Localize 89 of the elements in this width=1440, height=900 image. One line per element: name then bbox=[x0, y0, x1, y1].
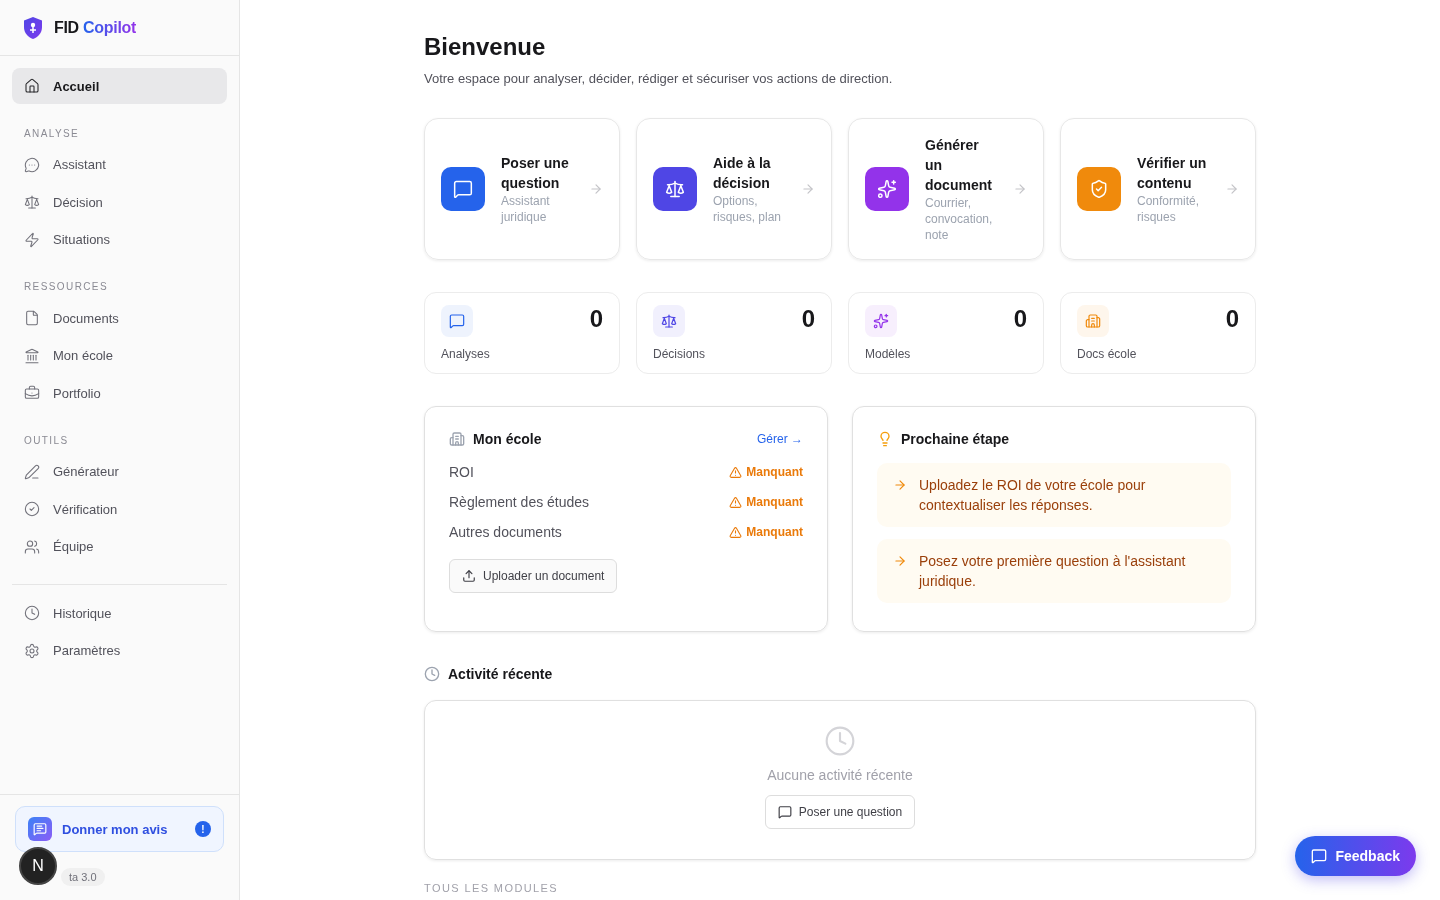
step-text: Uploadez le ROI de votre école pour contextualiser les réponses. bbox=[919, 476, 1147, 515]
action-card[interactable]: Poser une question Assistant juridique bbox=[424, 118, 620, 260]
version-label: ta 3.0 bbox=[61, 868, 105, 886]
stat-label: Analyses bbox=[441, 347, 491, 361]
action-title: Vérifier un contenu bbox=[1137, 154, 1208, 193]
nav-icon bbox=[24, 642, 40, 659]
action-title: Aide à la décision bbox=[713, 154, 772, 193]
warning-icon bbox=[729, 465, 743, 479]
upload-icon bbox=[462, 569, 476, 583]
nav-icon bbox=[24, 538, 40, 555]
action-subtitle: Assistant juridique bbox=[501, 193, 551, 225]
sidebar-item[interactable]: Décision bbox=[12, 184, 227, 220]
arrow-icon bbox=[893, 478, 907, 492]
panel-title: Prochaine étape bbox=[901, 431, 1010, 447]
sidebar-item[interactable]: Situations bbox=[12, 221, 227, 258]
action-subtitle: Conformité, risques bbox=[1137, 193, 1201, 225]
page-title: Bienvenue bbox=[424, 33, 547, 61]
section-label: OUTILS bbox=[23, 434, 70, 446]
stat-value: 0 bbox=[1013, 305, 1027, 333]
nav-icon bbox=[24, 231, 40, 248]
arrow-icon bbox=[589, 182, 603, 196]
sidebar-item[interactable]: Assistant bbox=[12, 146, 227, 183]
sidebar-item[interactable]: Équipe bbox=[12, 528, 227, 565]
missing-status: Manquant bbox=[729, 525, 803, 539]
sidebar-item[interactable]: Paramètres bbox=[12, 632, 227, 669]
ask-question-button[interactable]: Poser une question bbox=[764, 795, 916, 829]
sidebar-item[interactable]: Portfolio bbox=[12, 375, 227, 411]
sidebar-item[interactable]: Documents bbox=[12, 300, 227, 336]
feedback-button[interactable]: Feedback bbox=[1295, 836, 1416, 876]
nav-icon bbox=[24, 605, 40, 621]
stat-value: 0 bbox=[1225, 305, 1239, 333]
nav-icon bbox=[24, 78, 40, 94]
clock-icon bbox=[424, 666, 440, 682]
chat-icon bbox=[28, 817, 52, 841]
chat-icon bbox=[1311, 848, 1328, 864]
building-icon bbox=[449, 431, 465, 447]
action-title: Générer un document bbox=[925, 136, 993, 195]
action-title: Poser une question bbox=[501, 154, 570, 193]
warning-icon bbox=[729, 525, 743, 539]
sidebar-item[interactable]: Générateur bbox=[12, 453, 227, 490]
action-card[interactable]: Aide à la décision Options, risques, plan bbox=[636, 118, 832, 260]
stat-value: 0 bbox=[801, 305, 815, 333]
chat-icon bbox=[777, 805, 792, 819]
section-label: ANALYSE bbox=[23, 127, 81, 139]
sidebar-item[interactable]: Vérification bbox=[12, 491, 227, 527]
empty-message: Aucune activité récente bbox=[767, 767, 913, 783]
stat-label: Docs école bbox=[1077, 347, 1138, 361]
manage-link[interactable]: Gérer → bbox=[757, 432, 803, 446]
step-card[interactable]: Uploadez le ROI de votre école pour contextualiser les réponses. bbox=[877, 463, 1231, 527]
arrow-icon bbox=[893, 554, 907, 568]
action-card[interactable]: Vérifier un contenu Conformité, risques bbox=[1060, 118, 1256, 260]
clock-icon bbox=[824, 725, 856, 757]
feedback-button[interactable]: Donner mon avis ! bbox=[15, 806, 224, 852]
sidebar-item[interactable]: Accueil bbox=[12, 68, 227, 104]
document-name: Règlement des études bbox=[449, 494, 590, 510]
brand-name: FID Copilot bbox=[54, 18, 137, 37]
sidebar-item[interactable]: Historique bbox=[12, 595, 227, 631]
warning-icon bbox=[729, 495, 743, 509]
document-name: ROI bbox=[449, 464, 474, 480]
action-card[interactable]: Générer un document Courrier, convocation, note bbox=[848, 118, 1044, 260]
missing-status: Manquant bbox=[729, 495, 803, 509]
alert-badge: ! bbox=[195, 821, 211, 837]
section-label: TOUS LES MODULES bbox=[424, 882, 560, 894]
section-label: RESSOURCES bbox=[23, 281, 109, 292]
dev-badge[interactable]: N bbox=[19, 847, 57, 885]
action-subtitle: Options, risques, plan bbox=[713, 193, 783, 225]
lightbulb-icon bbox=[877, 431, 893, 447]
action-subtitle: Courrier, convocation, note bbox=[925, 195, 994, 243]
document-name: Autres documents bbox=[449, 524, 562, 540]
nav-icon bbox=[24, 463, 40, 480]
sidebar-item[interactable]: Mon école bbox=[12, 337, 227, 374]
missing-status: Manquant bbox=[729, 465, 803, 479]
nav-icon bbox=[24, 194, 40, 210]
stat-label: Décisions bbox=[653, 347, 707, 361]
page-subtitle: Votre espace pour analyser, décider, rédiger et sécuriser vos actions de direction. bbox=[424, 71, 894, 86]
arrow-icon bbox=[801, 182, 815, 196]
panel-title: Mon école bbox=[473, 431, 542, 447]
nav-icon bbox=[24, 385, 40, 401]
upload-button[interactable]: Uploader un document bbox=[449, 559, 618, 593]
section-title: Activité récente bbox=[448, 666, 553, 682]
stat-label: Modèles bbox=[865, 347, 912, 361]
step-text: Posez votre première question à l'assistant juridique. bbox=[919, 552, 1187, 591]
nav-icon bbox=[24, 347, 40, 364]
nav-icon bbox=[24, 501, 40, 517]
stat-value: 0 bbox=[589, 305, 603, 333]
step-card[interactable]: Posez votre première question à l'assistant juridique. bbox=[877, 539, 1231, 603]
shield-logo-icon bbox=[22, 15, 44, 40]
nav-icon bbox=[24, 156, 40, 173]
nav-icon bbox=[24, 310, 40, 326]
